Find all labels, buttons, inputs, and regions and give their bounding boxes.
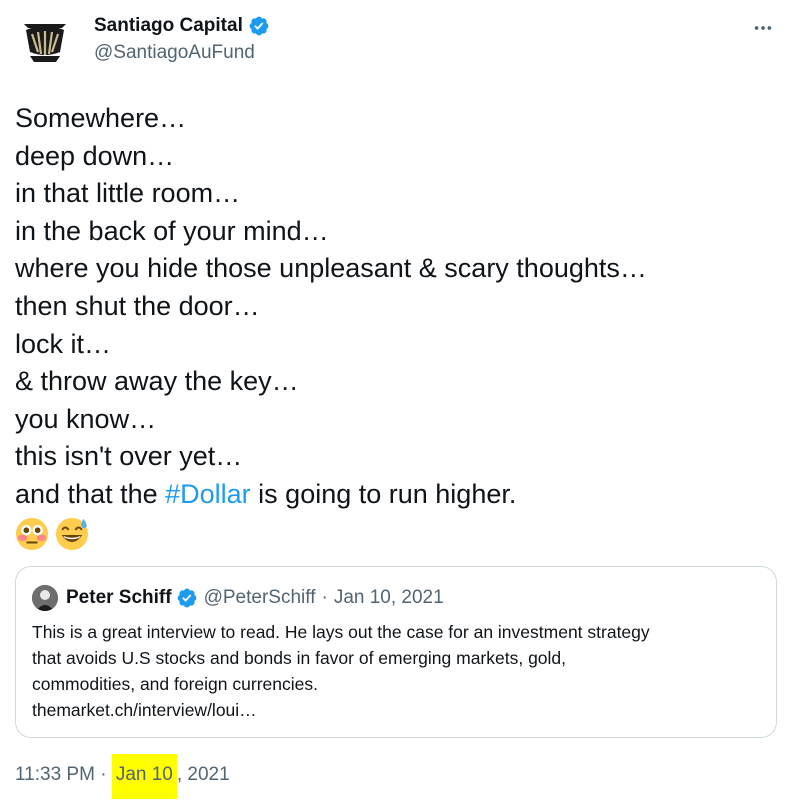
quote-date[interactable]: Jan 10, 2021 (334, 587, 444, 609)
tweet-line: lock it… (15, 328, 112, 359)
tweet-text-segment: is going to run higher. (250, 478, 517, 509)
tweet-time[interactable]: 11:33 PM (15, 764, 95, 785)
quote-link[interactable]: themarket.ch/interview/loui… (32, 697, 762, 723)
quote-separator: · (321, 587, 328, 608)
tweet-line: where you hide those unpleasant & scary … (15, 253, 647, 284)
more-options-icon (754, 26, 772, 30)
tweet-line: this isn't over yet… (15, 441, 243, 472)
meta-separator: · (94, 764, 112, 785)
quote-text-line: that avoids U.S stocks and bonds in favo… (32, 648, 567, 668)
tweet-timestamp: 11:33 PM · Jan 10, 2021 (15, 754, 230, 799)
tweet-line: then shut the door… (15, 290, 260, 321)
author-avatar[interactable] (16, 12, 74, 70)
sweat-smile-emoji (55, 517, 89, 550)
quote-author-avatar[interactable] (32, 585, 58, 611)
tweet-text: Somewhere… deep down… in that little roo… (15, 100, 775, 554)
quote-text-line: This is a great interview to read. He la… (32, 622, 650, 642)
tweet-text-segment: and that the (15, 478, 166, 509)
santiago-shell-logo-icon (20, 18, 70, 64)
author-handle[interactable]: @SantiagoAuFund (94, 42, 270, 64)
verified-badge-icon[interactable] (248, 15, 270, 37)
tweet-date-highlighted[interactable]: Jan 10 (111, 754, 177, 799)
quoted-tweet-card[interactable]: Peter Schiff @PeterSchiff · Jan 10, 2021… (15, 566, 777, 738)
tweet-date-year[interactable]: , 2021 (177, 764, 230, 785)
author-block: Santiago Capital @SantiagoAuFund (94, 14, 270, 64)
quote-author-name[interactable]: Peter Schiff (66, 587, 172, 609)
quote-author-handle[interactable]: @PeterSchiff (204, 587, 316, 609)
tweet-line: in the back of your mind… (15, 215, 329, 246)
author-name[interactable]: Santiago Capital (94, 15, 243, 37)
verified-badge-icon[interactable] (176, 587, 198, 609)
tweet-line: in that little room… (15, 178, 241, 209)
tweet-last-line: and that the #Dollar is going to run hig… (15, 476, 775, 514)
tweet-line: deep down… (15, 140, 175, 171)
tweet-line: & throw away the key… (15, 366, 299, 397)
tweet-line: you know… (15, 403, 157, 434)
person-photo-icon (32, 585, 58, 611)
quote-text-line: commodities, and foreign currencies. (32, 674, 318, 694)
more-options-button[interactable] (749, 14, 777, 42)
quoted-tweet-header: Peter Schiff @PeterSchiff · Jan 10, 2021 (32, 585, 444, 611)
quoted-tweet-body: This is a great interview to read. He la… (32, 619, 762, 723)
emoji-row (15, 514, 775, 554)
hashtag-link-dollar[interactable]: #Dollar (165, 479, 251, 509)
flushed-face-emoji (15, 517, 49, 550)
tweet-line: Somewhere… (15, 103, 187, 133)
